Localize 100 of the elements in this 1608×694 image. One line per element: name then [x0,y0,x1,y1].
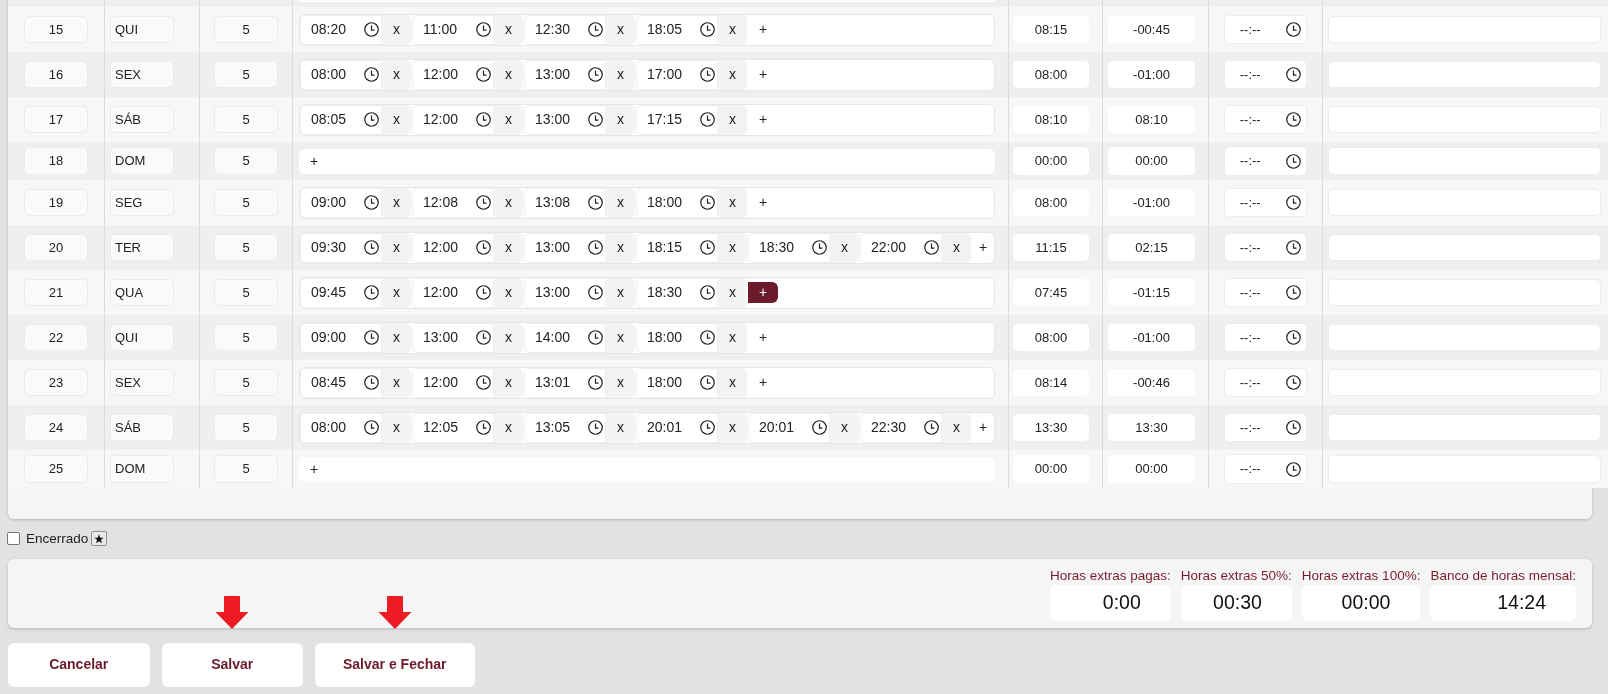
balance-field[interactable]: -00:45 [1108,15,1195,44]
balance-field[interactable]: 08:10 [1108,105,1195,134]
day-field[interactable]: 15 [23,15,89,44]
clock-icon[interactable] [588,375,603,390]
clock-icon[interactable] [1285,22,1301,37]
clock-icon[interactable] [1285,285,1301,300]
clock-icon[interactable] [924,420,939,435]
balance-field[interactable]: 13:30 [1108,413,1195,442]
time-field[interactable]: 09:00 [300,187,382,218]
clock-icon[interactable] [1285,375,1301,390]
remove-time-button[interactable]: x [606,104,635,135]
clock-icon[interactable] [364,330,379,345]
clock-icon[interactable] [588,330,603,345]
clock-icon[interactable] [476,67,491,82]
remove-time-button[interactable]: x [830,232,859,263]
day-field[interactable]: 19 [23,188,89,217]
time-field[interactable]: 12:00 [412,277,494,308]
time-field[interactable]: 12:30 [524,14,606,45]
remove-time-button[interactable]: x [942,232,971,263]
time-field[interactable]: --:-- [1223,187,1307,218]
time-field[interactable]: --:-- [1223,232,1307,263]
clock-icon[interactable] [700,195,715,210]
balance-field[interactable]: -01:00 [1108,323,1195,352]
add-time-button[interactable]: + [299,458,329,480]
weekday-field[interactable]: SEG [110,188,174,217]
time-field[interactable]: --:-- [1223,367,1307,398]
balance-field[interactable]: -01:00 [1108,188,1195,217]
clock-icon[interactable] [476,330,491,345]
hours-field[interactable]: 08:15 [1013,15,1089,44]
number-field[interactable]: 5 [213,15,279,44]
remove-time-button[interactable]: x [606,412,635,443]
day-field[interactable]: 25 [23,455,89,483]
time-field[interactable]: 08:00 [300,412,382,443]
clock-icon[interactable] [364,67,379,82]
star-button[interactable] [91,531,108,546]
time-field[interactable]: 22:30 [860,412,942,443]
action-button[interactable]: Salvar [161,642,303,687]
clock-icon[interactable] [476,195,491,210]
remove-time-button[interactable]: x [718,104,747,135]
time-field[interactable]: 12:00 [412,104,494,135]
hours-field[interactable]: 08:00 [1013,188,1089,217]
clock-icon[interactable] [588,112,603,127]
time-field[interactable]: 18:00 [636,367,718,398]
remove-time-button[interactable]: x [382,322,411,353]
time-field[interactable]: 13:00 [412,322,494,353]
time-field[interactable]: --:-- [1223,454,1307,484]
time-field[interactable]: 09:30 [300,232,382,263]
time-field[interactable]: 13:00 [524,277,606,308]
number-field[interactable]: 5 [213,413,279,442]
day-field[interactable]: 17 [23,105,89,134]
add-time-button[interactable]: + [972,417,994,438]
time-field[interactable]: --:-- [1223,59,1307,90]
time-field[interactable]: --:-- [1223,277,1307,308]
time-field[interactable]: --:-- [1223,146,1307,176]
add-time-button[interactable]: + [748,282,778,303]
add-time-button[interactable]: + [748,109,778,130]
time-field[interactable]: 13:05 [524,412,606,443]
clock-icon[interactable] [700,330,715,345]
time-field[interactable]: --:-- [1223,322,1307,353]
time-field[interactable]: 18:30 [748,232,830,263]
time-field[interactable]: 18:30 [636,277,718,308]
clock-icon[interactable] [1285,67,1301,82]
remove-time-button[interactable]: x [494,322,523,353]
clock-icon[interactable] [588,22,603,37]
time-field[interactable]: 12:00 [412,367,494,398]
remove-time-button[interactable]: x [382,232,411,263]
balance-field[interactable]: 02:15 [1108,233,1195,262]
clock-icon[interactable] [1285,240,1301,255]
clock-icon[interactable] [700,285,715,300]
remove-time-button[interactable]: x [606,322,635,353]
time-field[interactable]: 09:00 [300,322,382,353]
remove-time-button[interactable]: x [606,187,635,218]
remove-time-button[interactable]: x [718,59,747,90]
hours-field[interactable]: 00:00 [1013,147,1089,175]
add-time-button[interactable]: + [299,150,329,172]
remove-time-button[interactable]: x [382,277,411,308]
remove-time-button[interactable]: x [382,412,411,443]
remove-time-button[interactable]: x [718,412,747,443]
remove-time-button[interactable]: x [494,59,523,90]
hours-field[interactable]: 08:00 [1013,323,1089,352]
clock-icon[interactable] [476,285,491,300]
weekday-field[interactable]: TER [110,233,174,262]
remove-time-button[interactable]: x [494,104,523,135]
clock-icon[interactable] [700,375,715,390]
clock-icon[interactable] [476,420,491,435]
remove-time-button[interactable]: x [830,412,859,443]
clock-icon[interactable] [364,240,379,255]
balance-field[interactable]: -01:00 [1108,60,1195,89]
day-field[interactable]: 16 [23,60,89,89]
time-field[interactable]: --:-- [1223,14,1307,45]
number-field[interactable]: 5 [213,188,279,217]
number-field[interactable]: 5 [213,105,279,134]
clock-icon[interactable] [476,375,491,390]
remove-time-button[interactable]: x [382,59,411,90]
clock-icon[interactable] [700,22,715,37]
clock-icon[interactable] [364,22,379,37]
clock-icon[interactable] [1285,330,1301,345]
remove-time-button[interactable]: x [606,277,635,308]
clock-icon[interactable] [924,240,939,255]
day-field[interactable]: 20 [23,233,89,262]
